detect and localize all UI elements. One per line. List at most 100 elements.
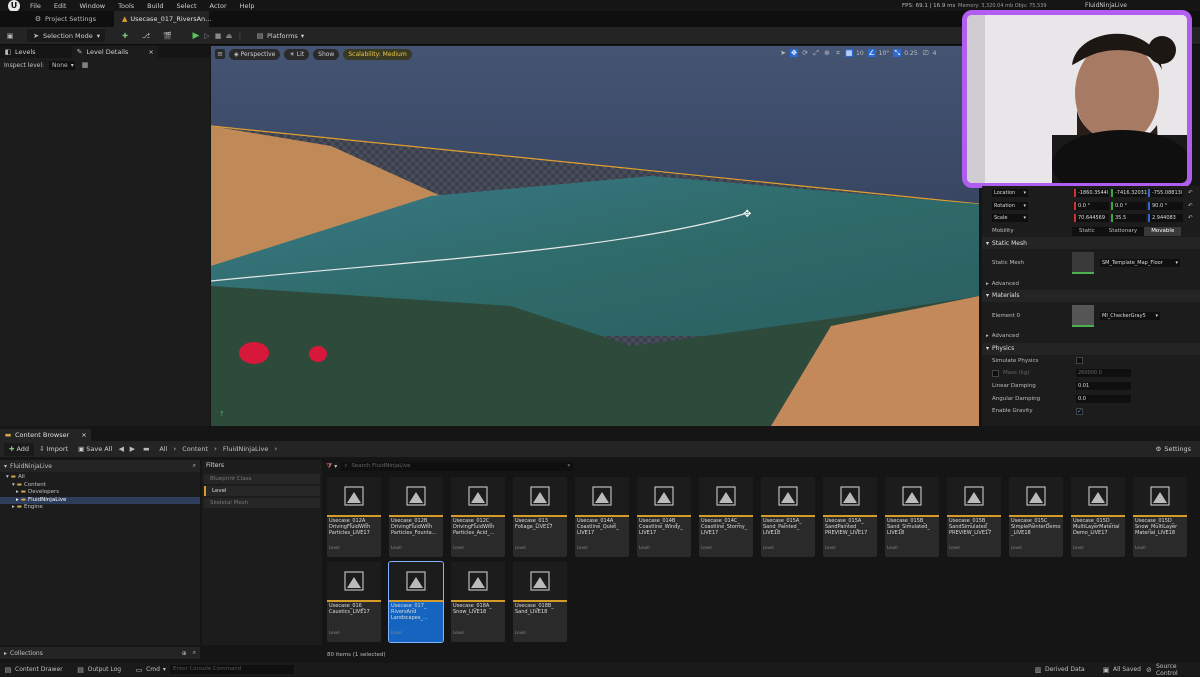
static-mesh-thumbnail[interactable] [1072,252,1094,275]
console-input[interactable]: Enter Console Command [169,665,294,674]
menu-build[interactable]: Build [147,2,163,10]
add-button[interactable]: ✚ Add [4,442,35,456]
reset-icon[interactable]: ↶ [1188,190,1193,196]
lit-button[interactable]: ☀ Lit [284,48,310,60]
transform-x-field[interactable]: -1860.3544l [1074,189,1109,198]
tab-level[interactable]: ▲ Usecase_017_RiversAn... [113,11,211,27]
filter-icon[interactable]: ⧩ [326,462,332,471]
material-select[interactable]: MI_CheckerGray5 ▾ [1100,311,1160,320]
asset-tile[interactable]: Usecase_015A_ SandPainted_ PREVIEW_LIVE1… [823,477,877,557]
grid-snap-value[interactable]: 10 [856,50,864,57]
transform-z-field[interactable]: -755.08813l [1148,189,1183,198]
materials-section[interactable]: ▾ Materials [982,289,1200,302]
menu-file[interactable]: File [30,2,41,10]
reset-icon[interactable]: ↶ [1188,203,1193,209]
simulate-physics-checkbox[interactable] [1076,357,1083,365]
scale-snap-icon[interactable]: ⤡ [893,49,902,57]
transform-z-field[interactable]: 2.944083 [1148,214,1183,223]
red-sphere[interactable] [239,342,269,364]
chevron-down-icon[interactable]: ▾ [334,463,337,470]
collapse-icon[interactable]: ▾ [4,463,7,470]
stop-icon[interactable]: ■ [214,32,222,40]
asset-tile[interactable]: Usecase_014B_ Coastline_Windy_ LIVE17 Lev… [637,477,691,557]
material-thumbnail[interactable] [1072,304,1094,327]
transform-x-field[interactable]: 0.0 ° [1074,201,1109,210]
world-space-icon[interactable]: ⊕ [823,49,831,57]
import-button[interactable]: ⇩ Import [34,443,73,456]
asset-tile[interactable]: Usecase_012B_ DrivingFluidWith Particles… [389,477,443,557]
select-tool-icon[interactable]: ➤ [779,49,787,57]
tree-item-engine[interactable]: ▸ ▬ Engine [0,504,200,512]
advanced-row-2[interactable]: ▸ Advanced [982,330,1200,343]
scale-snap-value[interactable]: 0.25 [904,50,917,57]
asset-tile[interactable]: Usecase_018B_ Sand_LIVE18 Level [513,562,567,642]
move-gizmo-icon[interactable]: ✥ [743,209,751,220]
play-icon[interactable]: ▶ [192,31,200,40]
tree-item-fluidninjalive[interactable]: ▸ ▬ FluidNinjaLive [0,496,200,504]
transform-y-field[interactable]: -7416.32031 [1111,189,1147,198]
angle-snap-value[interactable]: 10° [879,50,890,57]
close-icon[interactable]: × [148,48,153,56]
transform-mode-select[interactable]: Location ▾ [992,189,1028,198]
asset-tile[interactable]: Usecase_013_ Foliage_LIVE17 Level [513,477,567,557]
level-picker-icon[interactable]: ▦ [81,61,89,69]
back-icon[interactable]: ◀ [117,445,125,453]
unreal-logo[interactable]: U [8,0,20,12]
grid-snap-icon[interactable]: ▦ [845,49,853,57]
filter-level[interactable]: Level [204,486,320,496]
save-icon[interactable]: ▣ [6,32,14,40]
enable-gravity-checkbox[interactable]: ✓ [1076,407,1083,415]
menu-window[interactable]: Window [79,2,105,10]
transform-x-field[interactable]: 70.644569 [1074,214,1109,223]
source-control-button[interactable]: ⊘ Source Control [1145,663,1200,677]
angle-snap-icon[interactable]: ∠ [867,49,876,57]
transform-y-field[interactable]: 0.0 ° [1111,201,1146,210]
mass-override-checkbox[interactable] [992,369,999,377]
asset-tile[interactable]: Usecase_015D_ Snow_MultiLayer Material_L… [1133,477,1187,557]
translate-tool-icon[interactable]: ✥ [790,49,798,57]
selection-mode-button[interactable]: ➤ Selection Mode ▾ [27,29,105,42]
rotate-tool-icon[interactable]: ⟳ [801,49,809,57]
static-mesh-section[interactable]: ▾ Static Mesh [982,237,1200,250]
asset-tile[interactable]: Usecase_015A_ Sand_Painted_ LIVE18 Level [761,477,815,557]
camera-speed-value[interactable]: 4 [933,50,937,57]
transform-mode-select[interactable]: Rotation ▾ [992,201,1028,210]
more-options-icon[interactable]: ⋮ [236,32,244,40]
menu-actor[interactable]: Actor [210,2,227,10]
breadcrumb-content[interactable]: Content [182,445,208,453]
red-sphere-small[interactable] [309,346,327,362]
reset-icon[interactable]: ↶ [1188,215,1193,221]
tab-project-settings[interactable]: ⚙ Project Settings [26,11,104,27]
camera-speed-icon[interactable]: ⎚ [922,49,930,57]
save-all-button[interactable]: ▣ Save All [73,443,117,456]
asset-tile[interactable]: Usecase_015C_ SimplePainterDemo _LIVE18 L… [1009,477,1063,557]
tree-item-content[interactable]: ▾ ▬ Content [0,482,200,490]
play-step-icon[interactable]: ▷ [203,32,211,40]
surface-snap-icon[interactable]: ⌗ [834,49,842,57]
menu-help[interactable]: Help [240,2,255,10]
show-button[interactable]: Show [313,48,340,60]
output-log-button[interactable]: ▤ Output Log [77,666,121,674]
asset-tile[interactable]: Usecase_017_ RiversAnd Landscapes_... Lev… [388,561,444,643]
filter-skeletal-mesh[interactable]: Skeletal Mesh [204,498,320,508]
content-drawer-button[interactable]: ▤ Content Drawer [4,666,63,674]
search-icon[interactable]: ⌕ [193,462,196,470]
forward-icon[interactable]: ▶ [128,445,136,453]
filter-blueprint-class[interactable]: Blueprint Class [204,474,320,484]
inspect-level-select[interactable]: None ▾ [49,60,76,70]
scale-tool-icon[interactable]: ⤢ [812,49,820,57]
physics-section[interactable]: ▾ Physics [982,342,1200,355]
all-saved-button[interactable]: ▣ All Saved [1102,666,1141,674]
tab-levels[interactable]: ◧ Levels [0,46,40,58]
transform-mode-select[interactable]: Scale ▾ [992,214,1028,223]
asset-tile[interactable]: Usecase_012A_ DrivingFluidWith Particles… [327,477,381,557]
settings-button[interactable]: ⚙ Settings [1151,443,1197,456]
folder-icon[interactable]: ▬ [142,445,150,453]
cmd-button[interactable]: ▭ Cmd ▾ [135,666,166,674]
close-icon[interactable]: × [81,431,86,439]
breadcrumb-fluidninjalive[interactable]: FluidNinjaLive [223,445,268,453]
asset-tile[interactable]: Usecase_015D_ MultiLayerMaterial Demo_LI… [1071,477,1125,557]
asset-tile[interactable]: Usecase_015B_ Sand_Simulated_ LIVE18 Leve… [885,477,939,557]
menu-select[interactable]: Select [176,2,196,10]
hamburger-icon[interactable]: ≡ [215,49,225,59]
